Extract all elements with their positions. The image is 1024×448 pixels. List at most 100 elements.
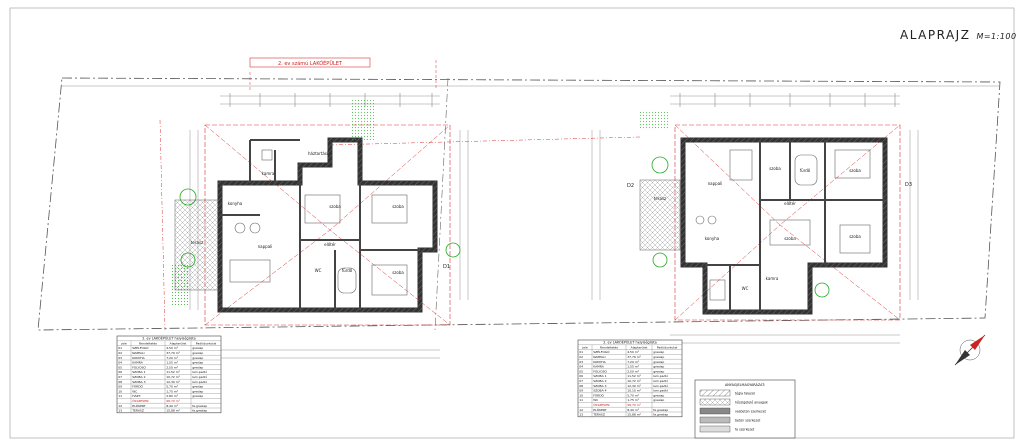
legend-swatch [699, 398, 731, 406]
room-label: szoba [769, 166, 781, 171]
schedule-cell: 12 [579, 408, 583, 412]
schedule-header: Rendeltetés [600, 345, 618, 349]
schedule-cell: ELŐKERT [132, 403, 146, 408]
schedule-cell: greslap [653, 360, 664, 364]
schedule-cell: KAMRA [132, 361, 144, 365]
schedule-cell: 13 [579, 413, 583, 417]
dimension-ticks [229, 93, 896, 107]
schedule-cell: TERASZ [592, 413, 605, 417]
house-a: konyha nappali szoba szoba szoba fürdő W… [170, 100, 461, 326]
schedule-cell: 37,79 m² [627, 355, 641, 359]
marker-label: D2 [627, 183, 634, 189]
schedule-cell: fa.greslap [653, 413, 668, 417]
room-label: nappali [258, 244, 273, 249]
schedule-cell: 2,80 m² [166, 394, 179, 398]
schedule-cell: FOLYOSO [593, 369, 607, 373]
schedule-title: 2. ev LAKÓÉPÜLET helyiséglista [142, 336, 196, 341]
drawing-scale: M=1:100 [976, 32, 1017, 41]
marker-label: D3 [905, 182, 912, 188]
schedule-cell: 12,30 m² [166, 380, 180, 384]
room-label: konyha [705, 236, 720, 241]
schedule-cell: FÜRDŐ [593, 392, 604, 397]
schedule-cell: lam.padló [653, 374, 668, 378]
schedule-cell: greslap [192, 346, 203, 350]
schedule-header: Alapterület [170, 341, 187, 345]
schedule-cell: 10,72 m² [166, 375, 180, 379]
schedule-cell: 13 [118, 409, 122, 413]
schedule-cell: 04 [118, 361, 122, 365]
schedule-cell: 05 [118, 365, 122, 369]
schedule-cell: 4,50 m² [627, 350, 640, 354]
schedule-cell: 2,50 m² [166, 365, 179, 369]
schedule-header: Padlóburkolat [657, 345, 678, 349]
schedule-cell: 1,55 m² [627, 365, 640, 369]
schedule-cell: greslap [192, 361, 203, 365]
room-label: fürdő [342, 268, 353, 273]
schedule-cell: SZOBA 4 [593, 389, 606, 393]
schedule-cell: ELŐKERT [593, 407, 607, 412]
schedule-cell: greslap [192, 356, 203, 360]
schedule-cell: 01 [579, 350, 583, 354]
schedule-cell: SZÉLFOGÓ [132, 345, 149, 350]
schedule-cell: 10 [579, 393, 583, 397]
schedule-cell: HÁZT. [132, 393, 141, 398]
room-label: szoba [849, 168, 861, 173]
schedule-cell: SZOBA 2 [132, 375, 145, 379]
schedule-title: 2. ev LAKÓÉPÜLET helyiséglista [603, 340, 657, 345]
room-label: szoba [329, 204, 341, 209]
room-label: terasz [654, 196, 666, 201]
room-label: nappali [708, 181, 723, 186]
schedule-cell: fa.greslap [192, 404, 207, 408]
schedule-cell: 4,50 m² [166, 346, 179, 350]
schedule-cell: greslap [653, 365, 664, 369]
schedule-cell: 8,40 m² [166, 404, 179, 408]
tree-icon [445, 242, 461, 258]
schedule-cell: 06 [118, 370, 122, 374]
marker-label: D1 [443, 264, 450, 270]
schedule-cell: 10,72 m² [627, 379, 641, 383]
schedule-cell: SZOBA 3 [593, 384, 606, 388]
schedule-cell: lam.padló [192, 370, 207, 374]
schedule-cell: KAMRA [593, 365, 605, 369]
legend-item: beton szerkezet [735, 419, 761, 423]
schedule-cell: greslap [653, 350, 664, 354]
schedule-cell: ÖSSZESEN: [593, 402, 610, 407]
schedule-cell: 03 [579, 360, 583, 364]
schedule-cell: 02 [579, 355, 583, 359]
schedule-cell: 11,52 m² [627, 374, 641, 378]
house-b-walls [680, 137, 888, 315]
schedule-cell: WC [593, 398, 598, 402]
schedule-cell: greslap [192, 351, 203, 355]
schedule-cell: 7,20 m² [166, 356, 179, 360]
schedule-cell: 02 [118, 351, 122, 355]
schedule-cell: 09 [579, 389, 583, 393]
room-label: kamra [766, 276, 779, 281]
schedule-cell: WC [132, 389, 137, 393]
legend-swatch [699, 389, 731, 397]
schedule-cell: KONYHA [132, 356, 145, 360]
room-schedule-table: 2. ev LAKÓÉPÜLET helyiséglista jele Rendel… [577, 339, 683, 418]
schedule-cell: lam.padló [653, 389, 668, 393]
schedule-cell: fa.greslap [653, 408, 668, 412]
schedule-cell: SZOBA 1 [132, 370, 145, 374]
schedule-cell: fa.greslap [192, 409, 207, 413]
room-label: WC [315, 268, 322, 273]
tree-icon [651, 156, 669, 174]
schedule-cell: 11 [579, 398, 583, 402]
legend-item: tégla falazat [735, 392, 756, 396]
schedule-cell: 1,75 m² [627, 398, 640, 402]
schedule-cell: NAPPALI [132, 351, 144, 355]
room-label: konyha [228, 201, 243, 206]
schedule-cell: 11,52 m² [166, 370, 180, 374]
drawing-title: ALAPRAJZ M=1:100 [900, 28, 1017, 42]
room-schedule-table: 2. ev LAKÓÉPÜLET helyiséglista jele Rendel… [116, 335, 222, 414]
legend-item: fa szerkezet [735, 428, 755, 432]
schedule-cell: 12,30 m² [627, 384, 641, 388]
room-label: háztartási [308, 151, 328, 156]
schedule-cell: 8,40 m² [627, 408, 640, 412]
terrace-b [639, 179, 681, 251]
schedule-cell: greslap [192, 365, 203, 369]
schedule-cell: 2,50 m² [627, 369, 640, 373]
schedule-cell: FÜRDŐ [132, 384, 143, 389]
legend-swatch [699, 407, 731, 415]
